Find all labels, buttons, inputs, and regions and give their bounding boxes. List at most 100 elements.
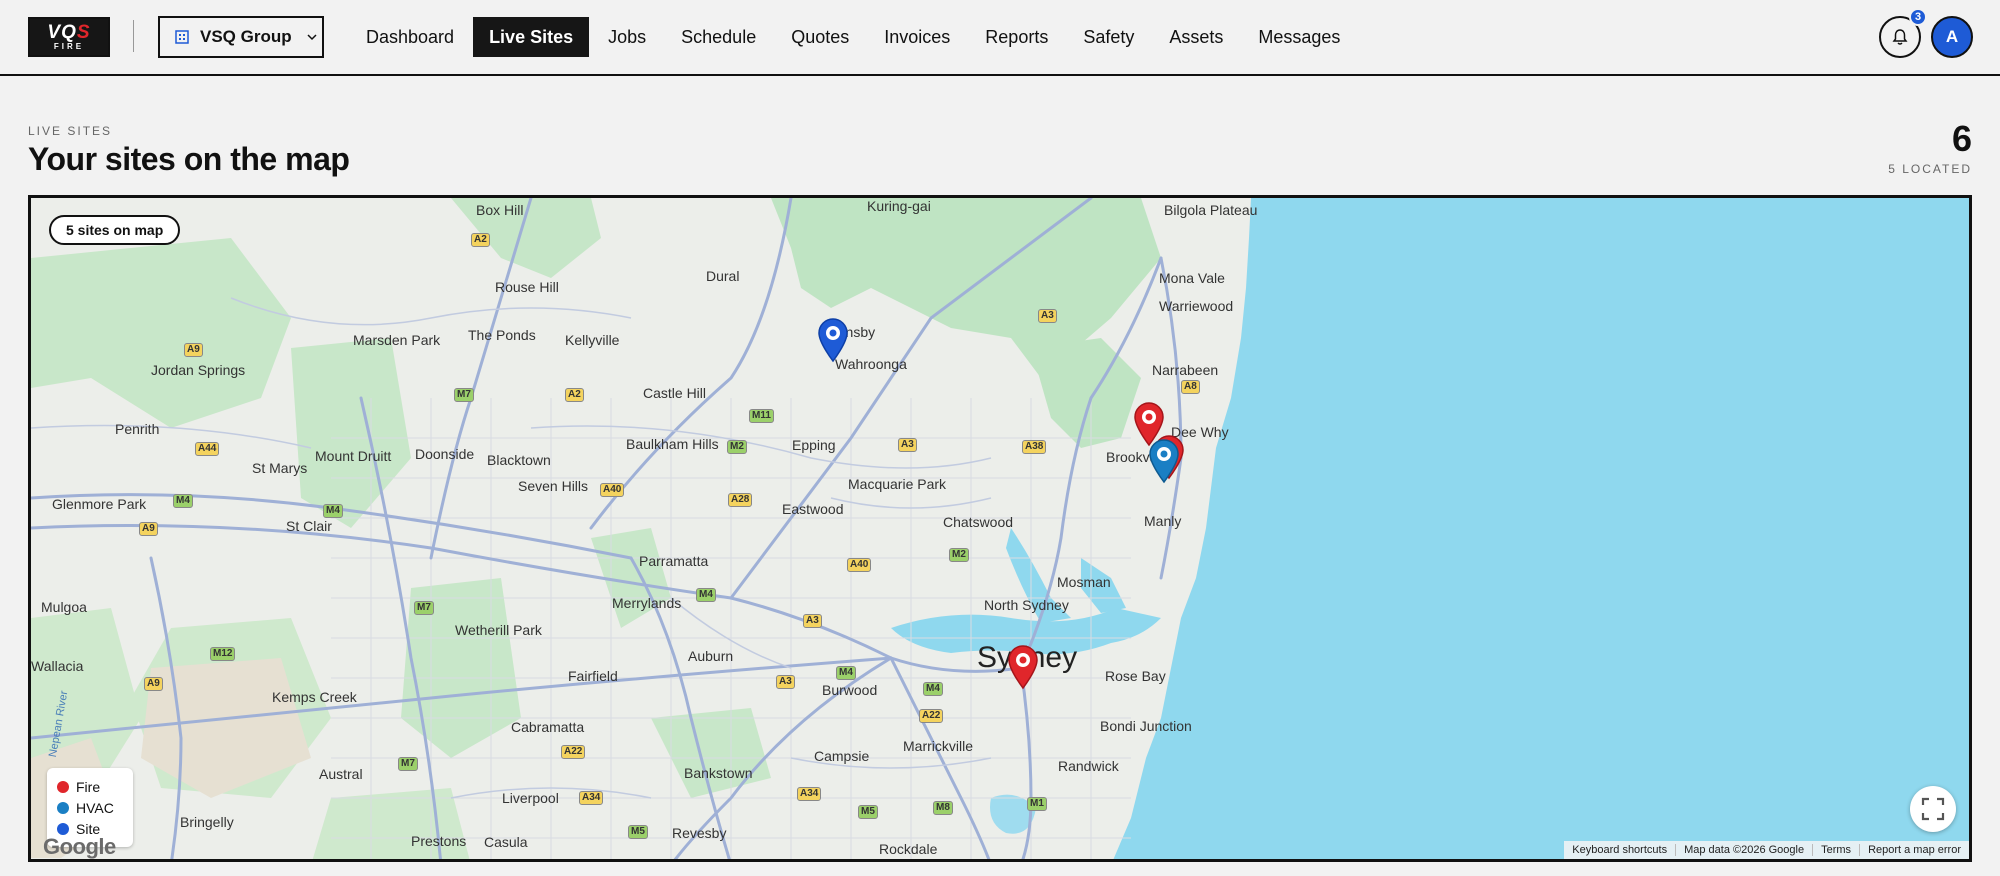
site-dot-icon [57, 822, 69, 835]
map-place-label: Liverpool [502, 790, 559, 806]
legend-item-fire: Fire [57, 776, 123, 797]
road-shield: M8 [933, 801, 953, 815]
keyboard-shortcuts-link[interactable]: Keyboard shortcuts [1564, 844, 1675, 856]
nav-invoices[interactable]: Invoices [868, 17, 966, 57]
road-shield: M12 [210, 647, 236, 661]
road-shield: M5 [628, 825, 648, 839]
road-shield: A34 [579, 791, 604, 805]
legend-label: HVAC [76, 799, 114, 816]
map-place-label: Dural [706, 268, 740, 284]
map-place-label: Box Hill [476, 202, 524, 218]
road-shield: A3 [898, 438, 917, 452]
map-pin-site[interactable] [816, 317, 850, 363]
user-avatar[interactable]: A [1931, 16, 1973, 58]
road-shield: M4 [323, 504, 343, 518]
sites-on-map-badge: 5 sites on map [49, 215, 181, 245]
map-place-label: Mosman [1057, 574, 1111, 590]
nav-messages[interactable]: Messages [1242, 17, 1356, 57]
map-place-label: Wallacia [31, 658, 84, 674]
map-place-label: Burwood [822, 682, 878, 698]
map-place-label: Bankstown [684, 765, 753, 781]
map-place-label: Manly [1144, 513, 1182, 529]
bell-icon [1892, 29, 1908, 45]
map-place-label: Mount Druitt [315, 448, 392, 464]
map-place-label: Penrith [115, 421, 160, 437]
map-pin-hvac[interactable] [1147, 438, 1181, 484]
map-place-label: Baulkham Hills [626, 436, 719, 452]
road-shield: M11 [749, 409, 774, 423]
road-shield: M7 [454, 388, 474, 402]
notification-count-badge: 3 [1909, 8, 1927, 26]
nav-safety[interactable]: Safety [1067, 17, 1150, 57]
map-place-label: St Clair [286, 518, 332, 534]
map-place-label: Glenmore Park [52, 496, 147, 512]
nav-assets[interactable]: Assets [1153, 17, 1239, 57]
road-shield: M1 [1027, 797, 1047, 811]
road-shield: A3 [803, 614, 822, 628]
building-icon [175, 30, 189, 44]
road-shield: A22 [561, 745, 586, 759]
fullscreen-button[interactable] [1910, 786, 1956, 832]
road-shield: A44 [195, 442, 220, 456]
map-place-label: Epping [792, 437, 836, 453]
nav-schedule[interactable]: Schedule [665, 17, 772, 57]
road-shield: A9 [184, 343, 203, 357]
map-place-label: Wetherill Park [455, 622, 542, 638]
road-shield: M4 [173, 494, 193, 508]
map-attribution-bar: Keyboard shortcuts Map data ©2026 Google… [1564, 841, 1969, 859]
map-place-label: Eastwood [782, 501, 844, 517]
map-place-label: Castle Hill [643, 385, 707, 401]
terms-link[interactable]: Terms [1812, 844, 1859, 856]
located-count-label: 5 LOCATED [1888, 162, 1972, 176]
road-shield: A40 [847, 558, 872, 572]
map-place-label: Prestons [411, 833, 467, 849]
map-place-label: Chatswood [943, 514, 1014, 530]
map-place-label: Casula [484, 834, 528, 850]
hvac-dot-icon [57, 801, 69, 814]
page-title: Your sites on the map [28, 141, 350, 177]
fire-dot-icon [57, 780, 69, 793]
company-logo[interactable]: VQS FIRE [28, 17, 110, 57]
road-shield: M4 [836, 666, 856, 680]
map-data-credit: Map data ©2026 Google [1675, 844, 1812, 856]
road-shield: A2 [471, 233, 490, 247]
map-place-label: Merrylands [612, 595, 682, 611]
map-place-label: Bondi Junction [1100, 718, 1192, 734]
map-place-label: Macquarie Park [848, 476, 947, 492]
road-shield: M4 [923, 682, 943, 696]
map-place-label: Rose Bay [1105, 668, 1166, 684]
page-eyebrow: LIVE SITES [28, 124, 113, 138]
map-place-label: St Marys [252, 460, 308, 476]
road-shield: M4 [696, 588, 716, 602]
road-shield: A3 [1038, 309, 1057, 323]
legend-label: Fire [76, 778, 101, 795]
map-pin-fire[interactable] [1006, 644, 1040, 690]
nav-jobs[interactable]: Jobs [592, 17, 662, 57]
map-place-label: Bilgola Plateau [1164, 202, 1258, 218]
header-divider [133, 20, 134, 52]
nav-reports[interactable]: Reports [969, 17, 1064, 57]
organization-selector[interactable]: VSQ Group [158, 16, 324, 58]
top-navigation-bar: VQS FIRE VSQ Group Dashboard Live Sites … [0, 0, 2000, 76]
road-shield: A28 [728, 493, 753, 507]
map-place-label: Warriewood [1159, 298, 1234, 314]
map-place-label: Narrabeen [1152, 362, 1219, 378]
map-place-label: Randwick [1058, 758, 1119, 774]
road-shield: A8 [1181, 380, 1200, 394]
map-place-label: Kemps Creek [272, 689, 357, 705]
google-logo: Google [43, 834, 116, 859]
road-shield: M5 [858, 805, 878, 819]
road-shield: A3 [776, 675, 795, 689]
report-map-error-link[interactable]: Report a map error [1859, 844, 1969, 856]
sites-map[interactable]: Box Hill Kuring-gai Bilgola Plateau Mona… [28, 195, 1972, 862]
road-shield: M7 [398, 757, 418, 771]
nav-quotes[interactable]: Quotes [775, 17, 865, 57]
nav-dashboard[interactable]: Dashboard [350, 17, 470, 57]
nav-live-sites[interactable]: Live Sites [473, 17, 590, 57]
map-place-label: Rouse Hill [495, 279, 559, 295]
map-place-label: Doonside [415, 446, 475, 462]
organization-name: VSQ Group [200, 27, 292, 46]
road-shield: M2 [727, 440, 747, 454]
road-shield: A2 [565, 388, 584, 402]
road-shield: A9 [139, 522, 158, 536]
